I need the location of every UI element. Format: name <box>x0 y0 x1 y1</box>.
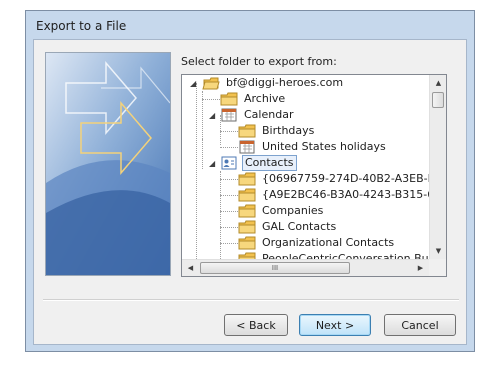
folder-icon <box>238 236 256 250</box>
tree-item-archive[interactable]: Archive <box>220 91 287 107</box>
wizard-banner-image <box>45 52 171 276</box>
next-button[interactable]: Next > <box>299 314 371 336</box>
tree-guide-line <box>202 139 203 169</box>
wizard-arrows-graphic <box>46 53 170 275</box>
tree-guide-line <box>220 227 238 228</box>
dialog-title: Export to a File <box>36 19 127 33</box>
calendar-icon <box>239 140 255 154</box>
scroll-grip-icon: III <box>271 264 279 272</box>
tree-item-organizational-contacts[interactable]: Organizational Contacts <box>238 235 396 251</box>
tree-guide-line <box>202 99 220 100</box>
scroll-down-arrow-icon[interactable]: ▼ <box>430 243 446 260</box>
folder-icon <box>238 220 256 234</box>
folder-tree[interactable]: ◢ bf@diggi-heroes.com Archive ◢ Calendar… <box>181 74 447 277</box>
tree-guide-line <box>196 83 197 260</box>
tree-item-label: Archive <box>244 92 286 105</box>
tree-guide-line <box>220 179 238 180</box>
calendar-icon <box>221 108 237 122</box>
back-button[interactable]: < Back <box>224 314 288 336</box>
cancel-button[interactable]: Cancel <box>384 314 456 336</box>
tree-item-label: GAL Contacts <box>262 220 337 233</box>
tree-item-label: Calendar <box>244 108 294 121</box>
collapse-arrow-icon[interactable]: ◢ <box>209 160 217 168</box>
folder-icon <box>238 172 256 186</box>
tree-item-companies[interactable]: Companies <box>238 203 325 219</box>
scroll-up-arrow-icon[interactable]: ▲ <box>430 75 446 92</box>
folder-icon <box>238 204 256 218</box>
folder-icon <box>238 124 256 138</box>
tree-item-label: {A9E2BC46-B3A0-4243-B315-60D <box>262 188 429 201</box>
tree-item-label: Birthdays <box>262 124 315 137</box>
title-bar[interactable]: Export to a File <box>26 11 474 39</box>
folder-icon <box>238 188 256 202</box>
mailbox-icon <box>202 77 220 90</box>
tree-guide-line <box>220 195 238 196</box>
scroll-right-arrow-icon[interactable]: ▶ <box>412 260 429 276</box>
tree-item-label: United States holidays <box>262 140 386 153</box>
tree-item-gal-contacts[interactable]: GAL Contacts <box>238 219 338 235</box>
collapse-arrow-icon[interactable]: ◢ <box>209 112 217 120</box>
dialog-client-area: Select folder to export from: ◢ bf@diggi… <box>33 39 467 345</box>
tree-item-label: bf@diggi-heroes.com <box>226 76 344 89</box>
tree-guide-line <box>220 147 238 148</box>
tree-item-label: Organizational Contacts <box>262 236 395 249</box>
tree-item-mailbox[interactable]: bf@diggi-heroes.com <box>202 75 345 91</box>
contacts-icon <box>221 156 237 170</box>
horizontal-scroll-thumb[interactable]: III <box>200 262 350 274</box>
horizontal-scrollbar[interactable]: ◀ III ▶ <box>182 259 429 276</box>
tree-item-birthdays[interactable]: Birthdays <box>238 123 316 139</box>
folder-tree-viewport: ◢ bf@diggi-heroes.com Archive ◢ Calendar… <box>182 75 429 260</box>
tree-guide-line <box>220 211 238 212</box>
tree-item-us-holidays[interactable]: United States holidays <box>238 139 388 155</box>
tree-guide-line <box>220 243 238 244</box>
tree-guide-line <box>220 131 238 132</box>
tree-item-contacts[interactable]: Contacts <box>220 155 297 171</box>
tree-item-label: Contacts <box>242 155 297 171</box>
scrollbar-corner <box>429 259 446 276</box>
tree-item-label: Companies <box>262 204 324 217</box>
tree-item-label: {06967759-274D-40B2-A3EB-D7F9 <box>262 172 429 185</box>
tree-guide-line <box>220 171 221 260</box>
tree-item-contact-folder-guid-2[interactable]: {A9E2BC46-B3A0-4243-B315-60D <box>238 187 429 203</box>
folder-prompt-label: Select folder to export from: <box>181 55 337 68</box>
collapse-arrow-icon[interactable]: ◢ <box>190 80 198 88</box>
tree-item-calendar[interactable]: Calendar <box>220 107 295 123</box>
folder-icon <box>220 92 238 106</box>
tree-item-contact-folder-guid-1[interactable]: {06967759-274D-40B2-A3EB-D7F9 <box>238 171 429 187</box>
scroll-left-arrow-icon[interactable]: ◀ <box>182 260 199 276</box>
button-separator <box>43 299 459 301</box>
export-dialog: Export to a File Select folder to export… <box>25 10 475 352</box>
vertical-scrollbar[interactable]: ▲ ▼ <box>429 75 446 260</box>
vertical-scroll-thumb[interactable] <box>432 92 444 108</box>
